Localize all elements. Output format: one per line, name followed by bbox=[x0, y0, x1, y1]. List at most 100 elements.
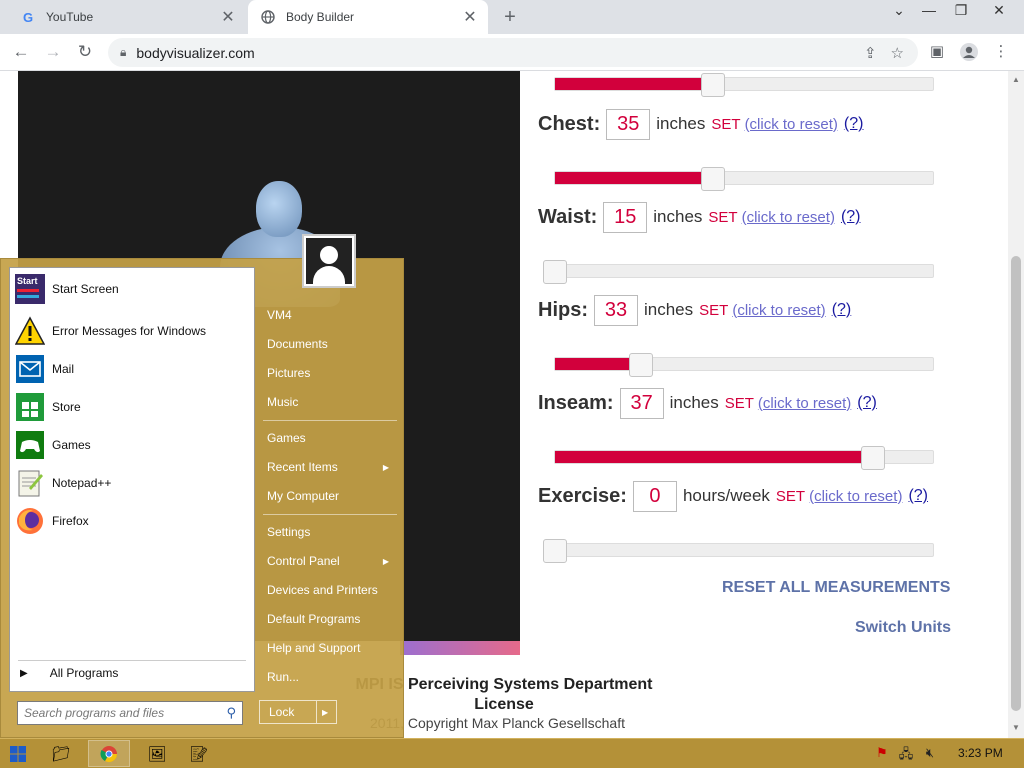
start-menu-item[interactable]: Mail bbox=[14, 352, 250, 386]
measurement-slider[interactable] bbox=[554, 353, 934, 377]
set-button[interactable]: SET bbox=[699, 302, 728, 319]
lock-options-arrow-icon[interactable]: ▶ bbox=[322, 708, 328, 717]
slider-knob[interactable] bbox=[700, 167, 725, 191]
set-button[interactable]: SET bbox=[711, 116, 740, 133]
slider-knob[interactable] bbox=[543, 260, 567, 284]
start-menu-item-label: Start Screen bbox=[52, 282, 119, 296]
close-window-button[interactable]: ✕ bbox=[984, 2, 1014, 19]
forward-button[interactable]: → bbox=[42, 41, 64, 63]
close-tab-icon[interactable]: ✕ bbox=[218, 7, 238, 27]
reset-link[interactable]: (click to reset) bbox=[745, 116, 838, 133]
search-icon[interactable]: ⚲ bbox=[226, 705, 236, 721]
restore-button[interactable]: ❐ bbox=[946, 2, 976, 19]
help-link[interactable]: (?) bbox=[857, 394, 877, 412]
slider-knob[interactable] bbox=[860, 446, 885, 470]
scroll-thumb[interactable] bbox=[1011, 256, 1021, 711]
start-menu-link[interactable]: My Computer bbox=[263, 482, 399, 510]
chrome-icon[interactable] bbox=[88, 740, 130, 767]
flag-alert-icon[interactable]: ⚑ bbox=[874, 745, 890, 761]
start-menu-link[interactable]: Settings bbox=[263, 518, 399, 546]
share-icon[interactable]: ⇪ bbox=[864, 44, 877, 62]
page-scrollbar[interactable]: ▲ ▼ bbox=[1008, 71, 1024, 738]
notepad-taskbar-icon[interactable]: 📝︎ bbox=[178, 740, 220, 767]
close-tab-icon[interactable]: ✕ bbox=[460, 7, 480, 27]
reset-link[interactable]: (click to reset) bbox=[758, 395, 851, 412]
slider-knob[interactable] bbox=[700, 73, 725, 97]
start-menu-link[interactable]: Default Programs bbox=[263, 605, 399, 633]
switch-units-button[interactable]: Switch Units bbox=[855, 619, 951, 637]
address-bar[interactable]: 🔒︎ bodyvisualizer.com ⇪ ☆ bbox=[108, 38, 918, 67]
tab-body-builder[interactable]: Body Builder ✕ bbox=[248, 0, 488, 34]
scroll-down-arrow[interactable]: ▼ bbox=[1012, 723, 1020, 732]
measurement-value-input[interactable]: 15 bbox=[603, 201, 648, 233]
measurement-unit: inches bbox=[656, 114, 706, 133]
back-button[interactable]: ← bbox=[10, 41, 32, 63]
all-programs-button[interactable]: ▶ All Programs bbox=[20, 666, 118, 680]
start-menu-link[interactable]: VM4 bbox=[263, 301, 399, 329]
volume-muted-icon[interactable]: 🔇︎ bbox=[922, 745, 938, 761]
start-search-input[interactable]: Search programs and files ⚲ bbox=[17, 701, 243, 725]
tab-search-icon[interactable]: ⌄ bbox=[884, 2, 914, 19]
lock-button[interactable]: Lock ▶ bbox=[259, 700, 337, 724]
start-menu-item[interactable]: Store bbox=[14, 390, 250, 424]
slider-fill bbox=[555, 451, 877, 463]
set-button[interactable]: SET bbox=[708, 209, 737, 226]
slider-knob[interactable] bbox=[629, 353, 654, 377]
user-avatar[interactable] bbox=[302, 234, 356, 288]
set-button[interactable]: SET bbox=[725, 395, 754, 412]
profile-icon[interactable] bbox=[958, 42, 980, 64]
start-menu-item-label: Notepad++ bbox=[52, 476, 112, 490]
photos-app-icon[interactable]: 🖼︎ bbox=[136, 740, 178, 767]
measurement-value-input[interactable]: 0 bbox=[632, 480, 677, 512]
reset-all-button[interactable]: RESET ALL MEASUREMENTS bbox=[722, 579, 950, 597]
network-icon[interactable]: 🖧︎ bbox=[898, 745, 914, 761]
start-menu-item[interactable]: Notepad++ bbox=[14, 466, 250, 500]
start-menu-item[interactable]: Start Start Screen bbox=[14, 272, 250, 306]
bookmark-star-icon[interactable]: ☆ bbox=[891, 44, 904, 62]
start-menu-link[interactable]: Devices and Printers bbox=[263, 576, 399, 604]
start-menu-link[interactable]: Recent Items ▶ bbox=[263, 453, 399, 481]
measurement-row: Exercise: 0 hours/week SET (click to reset) (… bbox=[538, 479, 928, 513]
start-menu-item[interactable]: Error Messages for Windows bbox=[14, 314, 250, 348]
help-link[interactable]: (?) bbox=[908, 487, 928, 505]
tab-youtube[interactable]: G YouTube ✕ bbox=[8, 0, 246, 34]
start-menu-link[interactable]: Documents bbox=[263, 330, 399, 358]
start-menu-item[interactable]: Games bbox=[14, 428, 250, 462]
set-button[interactable]: SET bbox=[776, 488, 805, 505]
file-explorer-icon[interactable]: 📁︎ bbox=[40, 740, 82, 767]
minimize-button[interactable]: — bbox=[914, 2, 944, 18]
measurement-slider[interactable] bbox=[543, 260, 934, 284]
start-menu-link[interactable]: Games bbox=[263, 424, 399, 452]
start-menu-link[interactable]: Pictures bbox=[263, 359, 399, 387]
start-menu-item-label: Games bbox=[52, 438, 91, 452]
measurement-slider[interactable] bbox=[554, 167, 934, 191]
menu-kebab-icon[interactable]: ⋮ bbox=[990, 42, 1012, 64]
scroll-up-arrow[interactable]: ▲ bbox=[1012, 75, 1020, 84]
slider-knob[interactable] bbox=[543, 539, 567, 563]
lock-icon[interactable]: 🔒︎ bbox=[120, 45, 126, 60]
help-link[interactable]: (?) bbox=[841, 208, 861, 226]
measurement-slider[interactable] bbox=[543, 539, 934, 563]
start-button[interactable] bbox=[6, 743, 30, 765]
side-panel-icon[interactable]: ▣ bbox=[926, 42, 948, 64]
start-menu-link[interactable]: Control Panel ▶ bbox=[263, 547, 399, 575]
url-text[interactable]: bodyvisualizer.com bbox=[136, 45, 864, 61]
start-menu-link[interactable]: Help and Support bbox=[263, 634, 399, 662]
start-menu-item[interactable]: Firefox bbox=[14, 504, 250, 538]
measurement-value-input[interactable]: 35 bbox=[606, 108, 651, 140]
measurement-value-input[interactable]: 37 bbox=[619, 387, 664, 419]
reset-link[interactable]: (click to reset) bbox=[732, 302, 825, 319]
top-slider[interactable] bbox=[554, 73, 934, 97]
new-tab-button[interactable]: + bbox=[498, 6, 522, 29]
measurement-slider[interactable] bbox=[554, 446, 934, 470]
taskbar-clock[interactable]: 3:23 PM bbox=[958, 746, 1003, 760]
help-link[interactable]: (?) bbox=[844, 115, 864, 133]
reload-button[interactable]: ↻ bbox=[74, 41, 96, 63]
start-menu-link[interactable]: Music bbox=[263, 388, 399, 416]
start-menu-link[interactable]: Run... bbox=[263, 663, 399, 691]
help-link[interactable]: (?) bbox=[832, 301, 852, 319]
reset-link[interactable]: (click to reset) bbox=[809, 488, 902, 505]
measurement-value-input[interactable]: 33 bbox=[594, 294, 638, 326]
reset-link[interactable]: (click to reset) bbox=[742, 209, 835, 226]
lock-label: Lock bbox=[269, 705, 295, 719]
